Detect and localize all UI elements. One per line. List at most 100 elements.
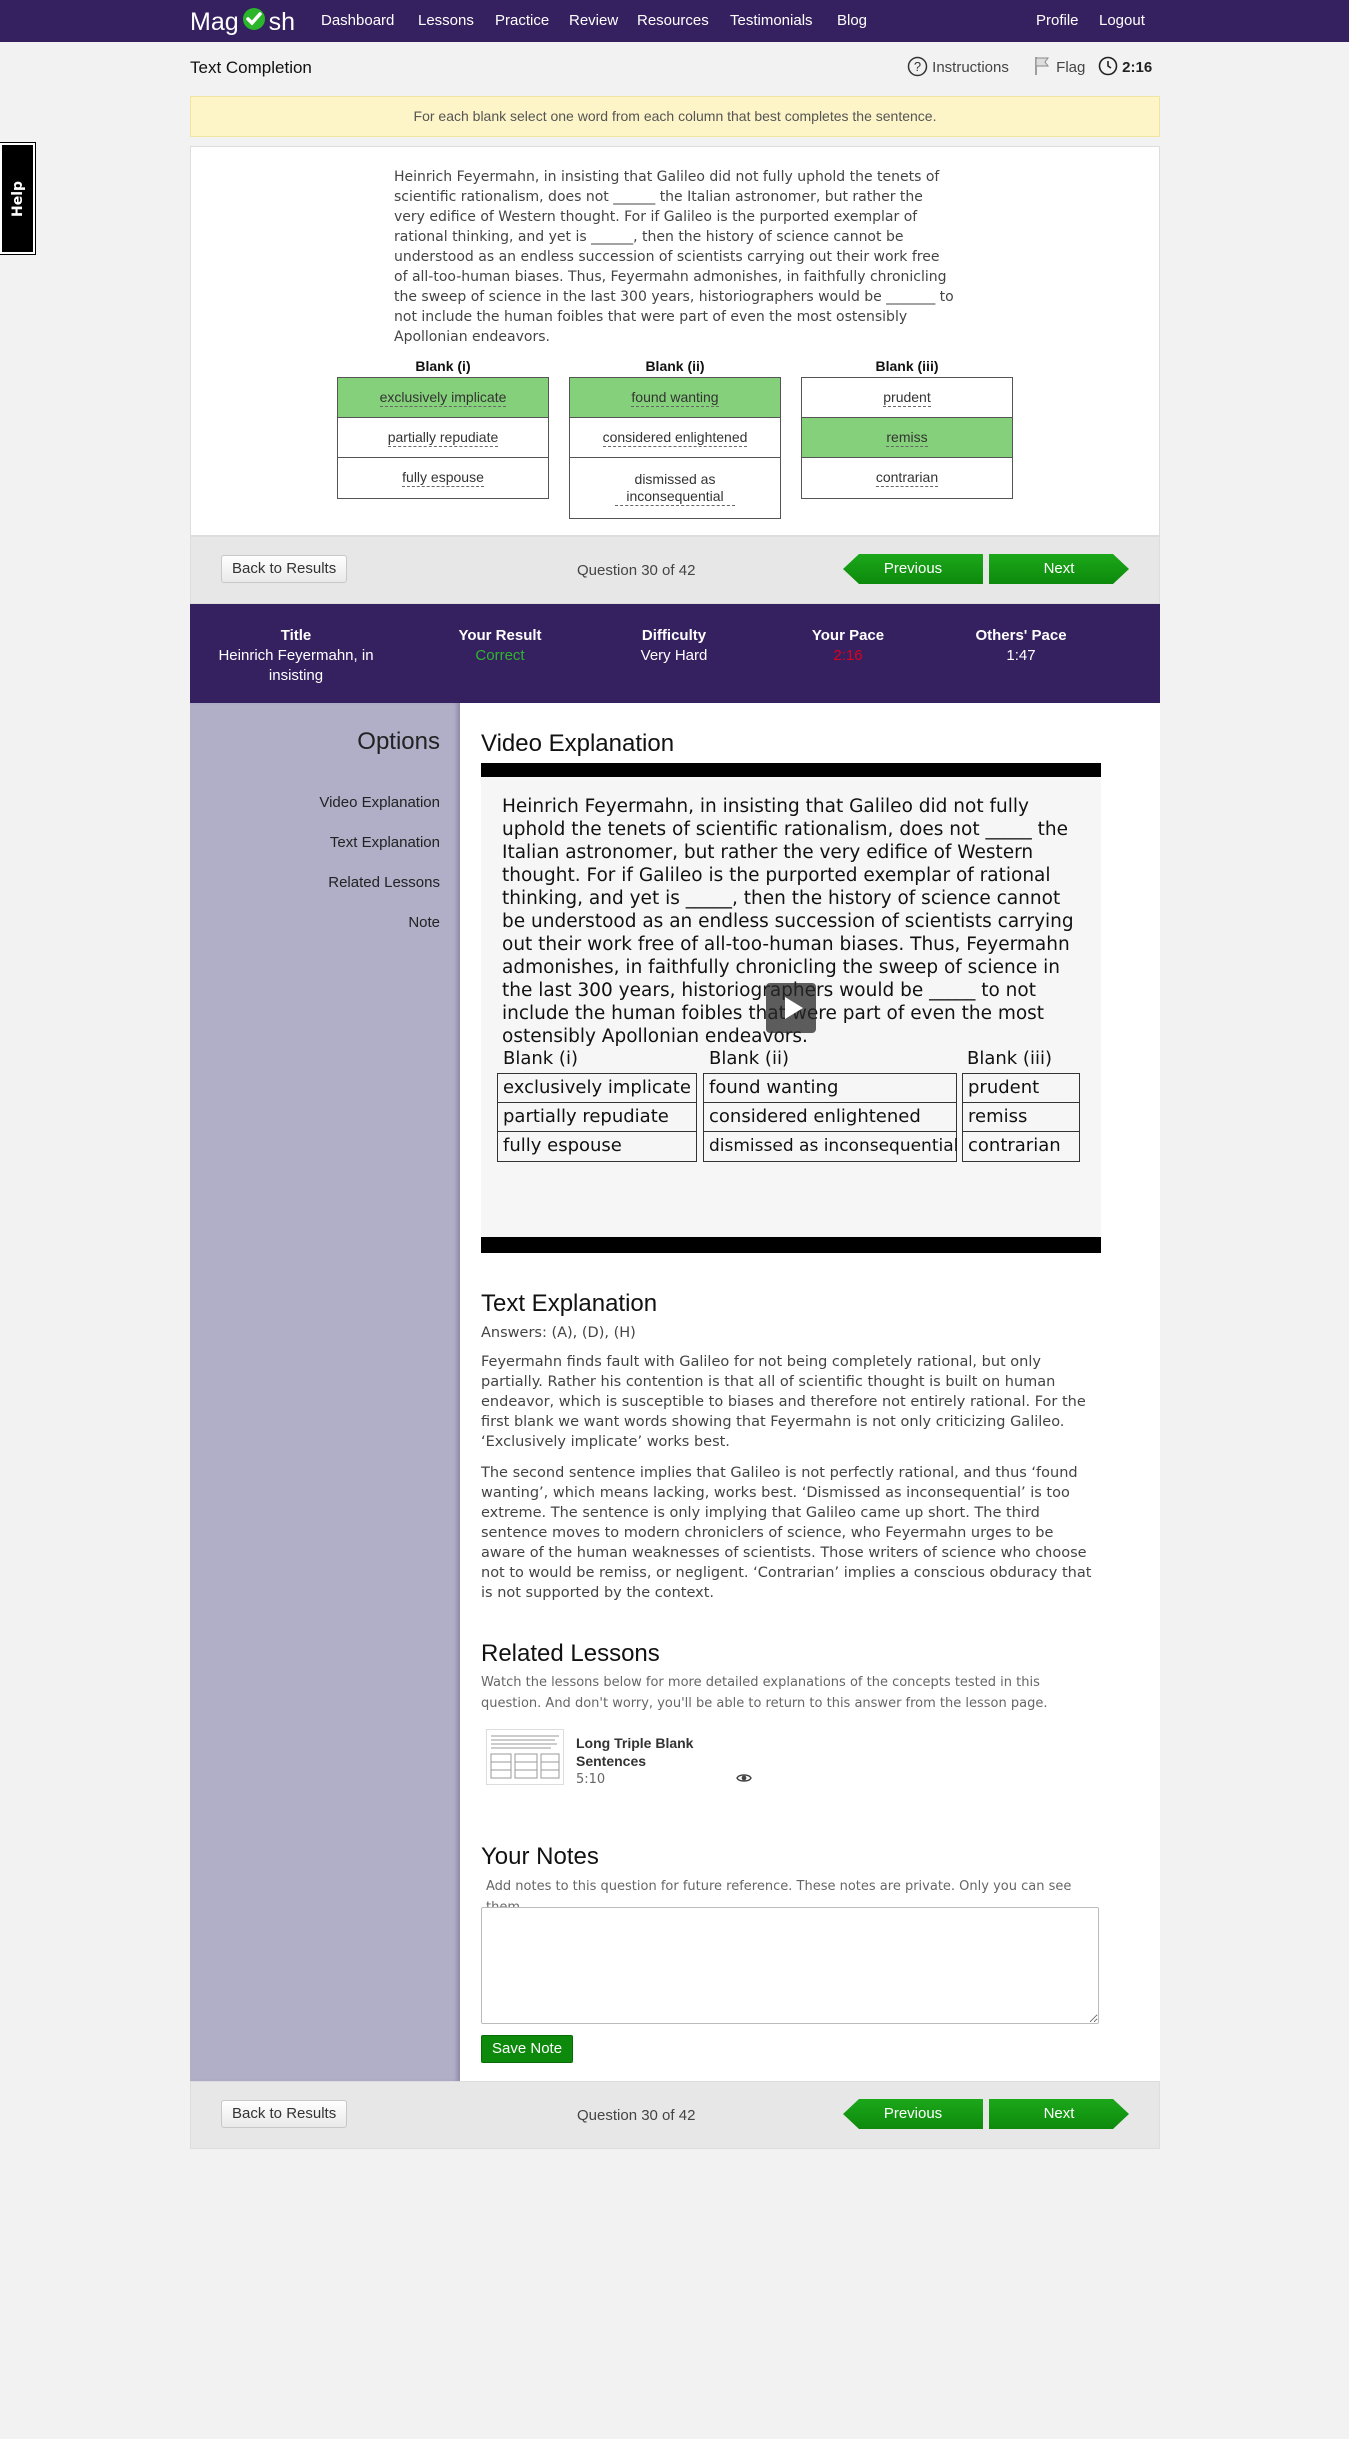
sidebar-item-video-explanation[interactable]: Video Explanation bbox=[190, 794, 440, 811]
stat-difficulty: Difficulty Very Hard bbox=[604, 626, 744, 666]
lesson-title[interactable]: Long Triple Blank Sentences bbox=[576, 1734, 716, 1770]
option-label: partially repudiate bbox=[387, 428, 499, 447]
option-label: considered enlightened bbox=[602, 428, 748, 447]
video-blank-ii-table: found wanting considered enlightened dis… bbox=[703, 1073, 959, 1162]
video-blank-iii-table: prudent remiss contrarian bbox=[962, 1073, 1080, 1162]
related-lessons-intro: Watch the lessons below for more detaile… bbox=[481, 1675, 1048, 1711]
question-counter: Question 30 of 42 bbox=[577, 2107, 696, 2124]
nav-dashboard[interactable]: Dashboard bbox=[321, 0, 394, 42]
instruction-banner: For each blank select one word from each… bbox=[190, 96, 1160, 137]
nav-testimonials[interactable]: Testimonials bbox=[730, 0, 813, 42]
nav-resources[interactable]: Resources bbox=[637, 0, 709, 42]
stat-your-pace: Your Pace 2:16 bbox=[778, 626, 918, 666]
save-note-button[interactable]: Save Note bbox=[481, 2035, 574, 2063]
video-option: found wanting bbox=[704, 1074, 956, 1103]
stat-value: 1:47 bbox=[1006, 647, 1036, 664]
checkmark-logo-icon bbox=[242, 8, 265, 30]
blank-ii-heading: Blank (ii) bbox=[645, 358, 705, 374]
option-label: found wanting bbox=[631, 388, 719, 407]
timer: 2:16 bbox=[1098, 56, 1152, 79]
sidebar-item-related-lessons[interactable]: Related Lessons bbox=[190, 874, 440, 891]
notes-textarea[interactable] bbox=[481, 1907, 1099, 2024]
nav-profile[interactable]: Profile bbox=[1036, 0, 1079, 42]
nav-logout[interactable]: Logout bbox=[1099, 0, 1145, 42]
question-type-title: Text Completion bbox=[190, 58, 312, 77]
stat-value: Heinrich Feyermahn, in insisting bbox=[218, 647, 374, 684]
explanation-paragraph: The second sentence implies that Galileo… bbox=[481, 1465, 1092, 1601]
lesson-duration: 5:10 bbox=[576, 1772, 606, 1787]
option-label: remiss bbox=[886, 428, 928, 447]
text-explanation-heading: Text Explanation bbox=[481, 1290, 658, 1317]
clock-icon bbox=[1098, 56, 1118, 76]
video-option: contrarian bbox=[968, 1135, 1061, 1156]
sidebar-item-text-explanation[interactable]: Text Explanation bbox=[190, 834, 440, 851]
instructions-button[interactable]: ? Instructions bbox=[907, 56, 1009, 79]
flag-button[interactable]: Flag bbox=[1034, 56, 1085, 79]
video-option: partially repudiate bbox=[498, 1103, 696, 1132]
blank-i-option[interactable]: partially repudiate bbox=[338, 418, 548, 458]
back-to-results-button[interactable]: Back to Results bbox=[221, 555, 348, 583]
stat-value: Very Hard bbox=[640, 647, 708, 664]
video-option: dismissed as inconsequential bbox=[709, 1136, 959, 1156]
sidebar-item-note[interactable]: Note bbox=[190, 914, 440, 931]
instructions-label: Instructions bbox=[932, 59, 1009, 76]
nav-lessons[interactable]: Lessons bbox=[418, 0, 474, 42]
stat-label: Others' Pace bbox=[975, 627, 1067, 644]
nav-practice[interactable]: Practice bbox=[495, 0, 549, 42]
blank-ii-option[interactable]: dismissed as inconsequential bbox=[570, 458, 780, 518]
blank-iii-option[interactable]: contrarian bbox=[802, 458, 1012, 498]
option-label: dismissed as inconsequential bbox=[615, 471, 735, 506]
blank-iii-option[interactable]: prudent bbox=[802, 378, 1012, 418]
blank-ii-options: found wanting considered enlightened dis… bbox=[569, 377, 781, 519]
flag-label: Flag bbox=[1056, 59, 1086, 76]
answers-line: Answers: (A), (D), (H) bbox=[481, 1325, 636, 1341]
stat-label: Your Pace bbox=[811, 627, 885, 644]
lesson-thumbnail-image bbox=[490, 1735, 560, 1779]
eye-icon bbox=[736, 1774, 752, 1782]
stat-title: Title Heinrich Feyermahn, in insisting bbox=[206, 626, 386, 686]
blank-ii-option[interactable]: found wanting bbox=[570, 378, 780, 418]
option-label: exclusively implicate bbox=[379, 388, 507, 407]
video-option: considered enlightened bbox=[704, 1103, 956, 1132]
lesson-thumbnail[interactable] bbox=[486, 1729, 564, 1785]
blank-i-option[interactable]: exclusively implicate bbox=[338, 378, 548, 418]
nav-blog[interactable]: Blog bbox=[837, 0, 867, 42]
stat-label: Title bbox=[280, 627, 312, 644]
blank-i-heading: Blank (i) bbox=[415, 358, 471, 374]
blank-iii-heading: Blank (iii) bbox=[875, 358, 939, 374]
stat-value: Correct bbox=[475, 647, 525, 664]
stat-label: Difficulty bbox=[641, 627, 707, 644]
nav-review[interactable]: Review bbox=[569, 0, 618, 42]
blank-ii-option[interactable]: considered enlightened bbox=[570, 418, 780, 458]
notes-heading: Your Notes bbox=[481, 1843, 599, 1870]
video-blank-i-table: exclusively implicate partially repudiat… bbox=[497, 1073, 697, 1162]
explanation-paragraph: Feyermahn finds fault with Galileo for n… bbox=[481, 1354, 1086, 1450]
stat-value: 2:16 bbox=[833, 647, 863, 664]
video-option: exclusively implicate bbox=[498, 1074, 696, 1103]
next-button[interactable]: Next bbox=[989, 554, 1129, 584]
previous-button[interactable]: Previous bbox=[843, 554, 983, 584]
play-icon[interactable] bbox=[766, 983, 816, 1033]
question-passage: Heinrich Feyermahn, in insisting that Ga… bbox=[394, 169, 954, 345]
help-tab[interactable]: Help bbox=[0, 143, 35, 254]
back-to-results-button[interactable]: Back to Results bbox=[221, 2100, 348, 2128]
next-button[interactable]: Next bbox=[989, 2099, 1129, 2129]
stat-others-pace: Others' Pace 1:47 bbox=[951, 626, 1091, 666]
video-option: fully espouse bbox=[503, 1135, 622, 1156]
options-sidebar bbox=[190, 703, 460, 2081]
question-counter: Question 30 of 42 bbox=[577, 562, 696, 579]
brand-logo[interactable]: Mag sh bbox=[190, 4, 295, 38]
blank-i-option[interactable]: fully espouse bbox=[338, 458, 548, 498]
video-blank-ii-heading: Blank (ii) bbox=[709, 1048, 789, 1069]
blank-iii-option[interactable]: remiss bbox=[802, 418, 1012, 458]
stat-result: Your Result Correct bbox=[430, 626, 570, 666]
flag-icon bbox=[1035, 57, 1049, 75]
option-label: prudent bbox=[883, 388, 931, 407]
stat-label: Your Result bbox=[458, 627, 542, 644]
video-option: remiss bbox=[963, 1103, 1079, 1132]
video-option: prudent bbox=[963, 1074, 1079, 1103]
previous-button[interactable]: Previous bbox=[843, 2099, 983, 2129]
video-explanation-heading: Video Explanation bbox=[481, 730, 675, 757]
help-circle-icon: ? bbox=[907, 56, 928, 77]
options-title: Options bbox=[357, 728, 440, 755]
